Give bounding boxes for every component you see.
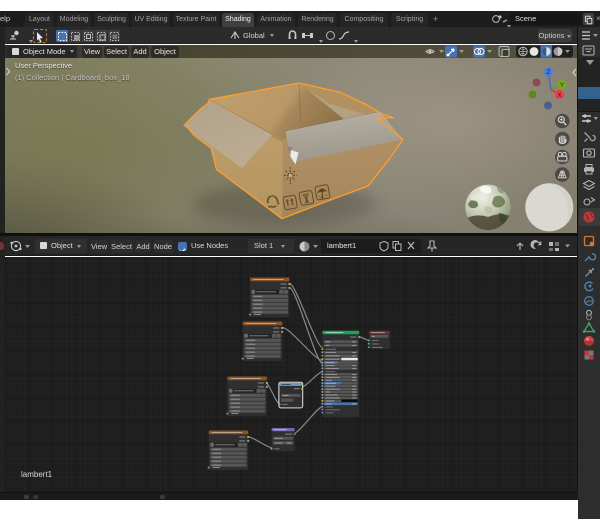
svg-text:Y: Y <box>560 83 564 89</box>
svg-text:X: X <box>557 93 561 99</box>
svg-text:Z: Z <box>547 70 551 76</box>
